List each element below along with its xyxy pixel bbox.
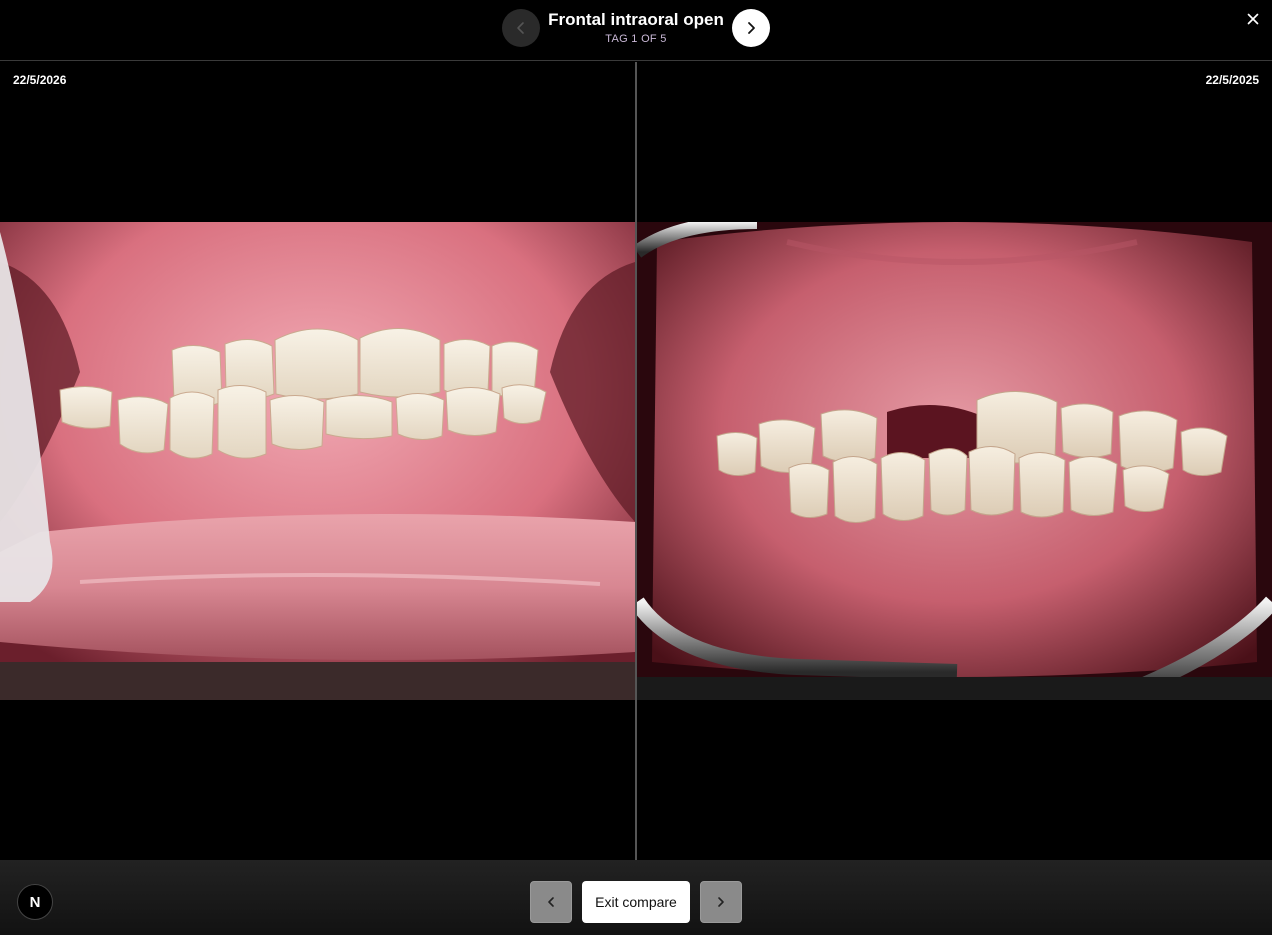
previous-photo-button[interactable] — [530, 881, 572, 923]
chevron-left-icon — [517, 22, 524, 34]
previous-tag-button[interactable] — [502, 9, 540, 47]
exit-compare-button[interactable]: Exit compare — [582, 881, 690, 923]
compare-header: Frontal intraoral open TAG 1 OF 5 — [0, 0, 1272, 61]
next-photo-button[interactable] — [700, 881, 742, 923]
chevron-right-icon — [718, 897, 724, 907]
compare-panel-left: 22/5/2026 — [0, 62, 635, 860]
photo-date-left: 22/5/2026 — [13, 73, 67, 87]
close-icon — [1247, 13, 1259, 25]
page-title: Frontal intraoral open — [548, 10, 724, 29]
avatar[interactable]: N — [17, 884, 53, 920]
chevron-left-icon — [548, 897, 554, 907]
next-tag-button[interactable] — [732, 9, 770, 47]
intraoral-photo-right[interactable] — [637, 222, 1272, 700]
close-button[interactable] — [1242, 8, 1264, 30]
chevron-right-icon — [748, 22, 755, 34]
compare-footer: N Exit compare — [0, 860, 1272, 935]
photo-date-right: 22/5/2025 — [1205, 73, 1259, 87]
intraoral-photo-left[interactable] — [0, 222, 635, 700]
compare-panel-right: 22/5/2025 — [637, 62, 1272, 860]
tag-counter: TAG 1 OF 5 — [605, 33, 667, 45]
tag-title-block: Frontal intraoral open TAG 1 OF 5 — [540, 10, 732, 47]
